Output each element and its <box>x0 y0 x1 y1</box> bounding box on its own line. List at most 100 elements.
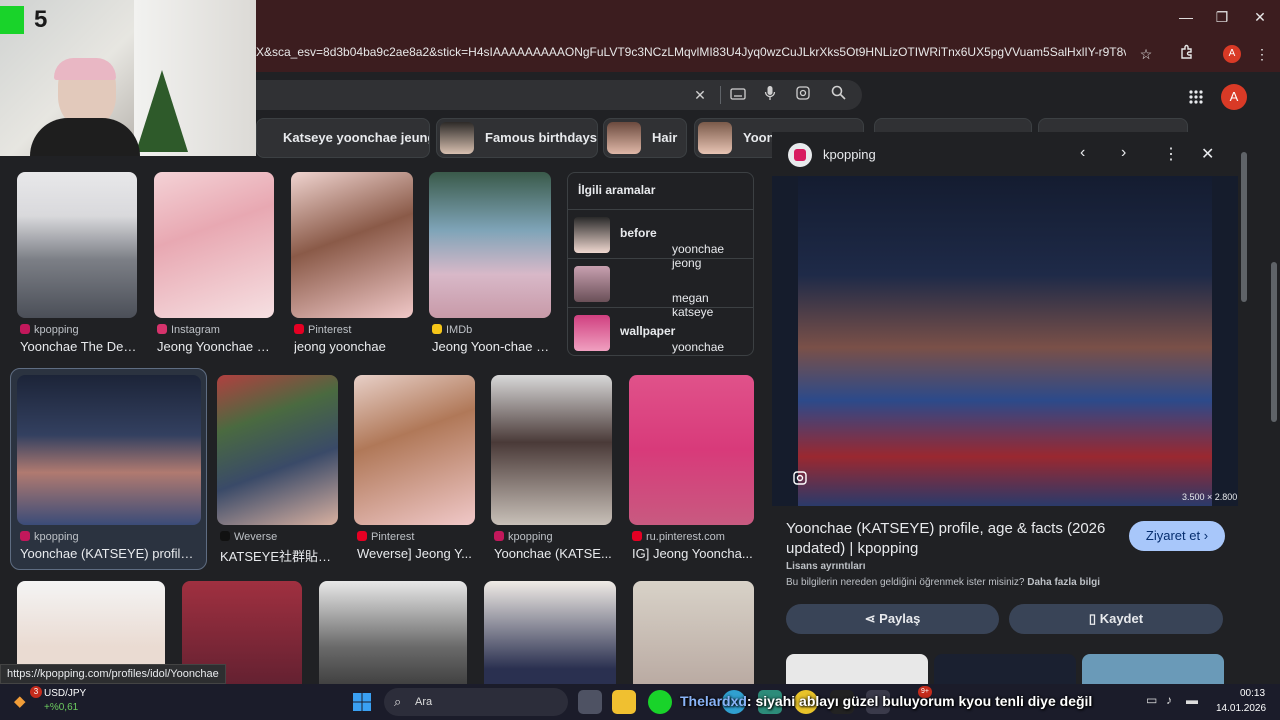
taskbar-search-box[interactable]: ⌕ Ara <box>384 688 568 716</box>
result-caption[interactable]: IG] Jeong Yooncha... <box>632 546 754 561</box>
webcam-badge: 5 <box>34 6 48 33</box>
panel-scrollbar[interactable] <box>1240 146 1248 666</box>
result-image[interactable] <box>491 375 612 525</box>
page-scrollbar[interactable] <box>1268 144 1280 684</box>
result-caption[interactable]: Jeong Yoonchae D... <box>157 339 275 354</box>
result-caption[interactable]: Jeong Yoon-chae -... <box>432 339 550 354</box>
related-item[interactable]: yoonchae jeong before <box>568 209 753 270</box>
keyboard-icon[interactable] <box>728 85 748 105</box>
more-options-icon[interactable]: ⋮ <box>1163 144 1179 164</box>
panel-site-name[interactable]: kpopping <box>823 147 876 162</box>
result-image[interactable] <box>429 172 551 318</box>
ticker-badge: 3 <box>30 686 42 698</box>
result-source: Pinterest <box>294 324 351 336</box>
result-caption[interactable]: Yoonchae The Deb... <box>20 339 138 354</box>
url-field[interactable]: X&sca_esv=8d3b04ba9c2ae8a2&stick=H4sIAAA… <box>256 45 1126 63</box>
lens-search-icon[interactable] <box>792 470 810 488</box>
chip-famous-birthdays[interactable]: Famous birthdays <box>436 118 598 158</box>
result-image[interactable] <box>633 581 754 684</box>
related-image[interactable] <box>1082 654 1224 684</box>
divider <box>720 86 721 104</box>
taskbar-search-placeholder: Ara <box>415 696 433 708</box>
result-image[interactable] <box>291 172 413 318</box>
result-caption[interactable]: Yoonchae (KATSEYE) profile, ... <box>20 546 198 561</box>
chip-thumbnail <box>440 122 474 154</box>
kick-logo <box>0 6 24 34</box>
image-dimensions: 3.500 × 2.800 <box>1182 492 1238 502</box>
chip-katseye-yoonchae-jeung[interactable]: Katseye yoonchae jeung <box>256 118 430 158</box>
result-source: Pinterest <box>357 531 414 543</box>
result-caption[interactable]: Weverse] Jeong Y... <box>357 546 475 561</box>
preview-image[interactable]: 3.500 × 2.800 <box>772 176 1238 506</box>
related-image[interactable] <box>934 654 1076 684</box>
search-icon: ⌕ <box>394 694 402 709</box>
result-source: IMDb <box>432 324 472 336</box>
next-image-icon[interactable]: › <box>1121 144 1126 162</box>
result-image[interactable] <box>319 581 467 684</box>
battery-icon[interactable]: ▬ <box>1186 693 1198 707</box>
share-icon: ⋖ <box>864 611 876 626</box>
search-box[interactable]: ✕ <box>256 80 862 110</box>
related-item[interactable]: megan katseye <box>568 258 753 319</box>
chat-message: : siyahi ablayı güzel buluyorum kyou ten… <box>746 693 1093 709</box>
ticker-change: +%0,61 <box>44 702 79 713</box>
license-details-link[interactable]: Lisans ayrıntıları <box>786 561 865 572</box>
ticker-symbol[interactable]: USD/JPY <box>44 688 86 699</box>
windows-taskbar: ◆ 3 USD/JPY +%0,61 ⌕ Ara 9+ Thelardxd: s… <box>0 684 1280 720</box>
learn-more-link[interactable]: Daha fazla bilgi <box>1027 577 1100 588</box>
result-caption[interactable]: Yoonchae (KATSE... <box>494 546 612 561</box>
result-image[interactable] <box>17 375 201 525</box>
volume-icon[interactable]: ♪ <box>1166 693 1172 707</box>
search-icon[interactable] <box>828 85 848 105</box>
kick-app-icon[interactable] <box>648 690 672 714</box>
extensions-icon[interactable] <box>1177 44 1197 64</box>
chip-thumbnail <box>607 122 641 154</box>
close-window-button[interactable]: ✕ <box>1246 6 1274 28</box>
result-image[interactable] <box>217 375 338 525</box>
profile-avatar[interactable]: A <box>1223 45 1241 63</box>
result-image[interactable] <box>484 581 616 684</box>
related-item[interactable]: yoonchae wallpaper <box>568 307 753 355</box>
maximize-button[interactable]: ❐ <box>1208 6 1236 28</box>
visit-button[interactable]: Ziyaret et › <box>1129 521 1225 551</box>
chat-username: Thelardxd <box>680 693 747 709</box>
search-results-page: ✕ A Katseye yoonchae jeung Famous birthd… <box>0 72 1280 684</box>
previous-image-icon[interactable]: ‹ <box>1080 144 1085 162</box>
streamer-shirt <box>30 118 140 156</box>
result-source: kpopping <box>20 531 79 543</box>
result-image[interactable] <box>629 375 754 525</box>
result-image[interactable] <box>17 172 137 318</box>
result-image[interactable] <box>154 172 274 318</box>
clock-time[interactable]: 00:13 <box>1240 688 1265 699</box>
apps-grid-icon[interactable] <box>1188 89 1206 107</box>
result-source: kpopping <box>494 531 553 543</box>
result-caption[interactable]: KATSEYE社群貼文... <box>220 546 338 565</box>
christmas-tree <box>136 70 188 152</box>
minimize-button[interactable]: — <box>1172 6 1200 28</box>
browser-menu-icon[interactable]: ⋮ <box>1252 44 1272 64</box>
save-button[interactable]: ▯ Kaydet <box>1009 604 1223 634</box>
windows-start-icon[interactable] <box>352 692 372 712</box>
google-account-avatar[interactable]: A <box>1221 84 1247 110</box>
kpopping-logo-icon <box>788 143 812 167</box>
microphone-icon[interactable] <box>760 85 780 105</box>
lens-icon[interactable] <box>793 85 813 105</box>
result-image[interactable] <box>354 375 475 525</box>
network-icon[interactable]: ▭ <box>1146 693 1157 707</box>
bookmark-star-icon[interactable]: ☆ <box>1136 44 1156 64</box>
related-searches-title: İlgili aramalar <box>578 183 656 197</box>
chip-hair[interactable]: Hair <box>603 118 687 158</box>
result-caption[interactable]: jeong yoonchae <box>294 339 412 354</box>
clear-search-icon[interactable]: ✕ <box>690 85 710 105</box>
task-view-icon[interactable] <box>578 690 602 714</box>
close-panel-icon[interactable]: ✕ <box>1201 144 1214 164</box>
result-title-link[interactable]: Yoonchae (KATSEYE) profile, age & facts … <box>786 519 1110 559</box>
result-source: kpopping <box>20 324 79 336</box>
link-status-bar: https://kpopping.com/profiles/idol/Yoonc… <box>0 664 226 684</box>
file-explorer-icon[interactable] <box>612 690 636 714</box>
streamer-cap <box>54 58 116 80</box>
clock-date[interactable]: 14.01.2026 <box>1216 703 1266 714</box>
related-image[interactable] <box>786 654 928 684</box>
share-button[interactable]: ⋖ Paylaş <box>786 604 999 634</box>
related-searches-panel: İlgili aramalar yoonchae jeong before me… <box>567 172 754 356</box>
